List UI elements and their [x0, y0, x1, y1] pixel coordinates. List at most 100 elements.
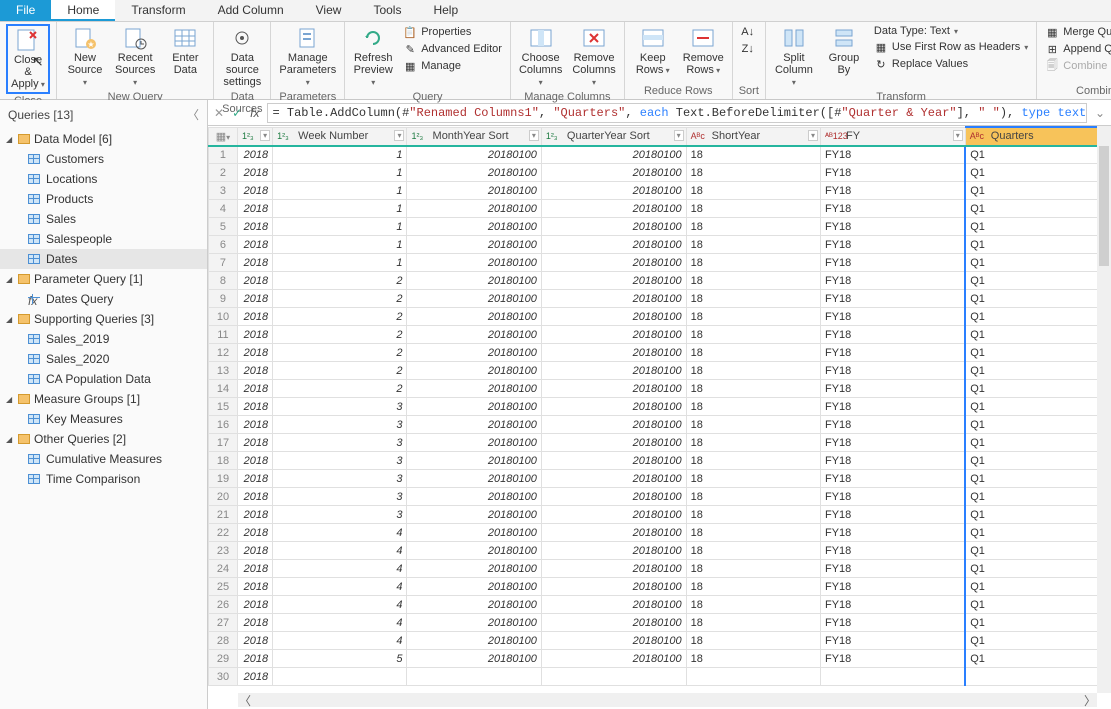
query-item[interactable]: Products: [0, 189, 207, 209]
row-number[interactable]: 7: [209, 254, 238, 272]
cell-sy[interactable]: 18: [686, 578, 820, 596]
cell-fy[interactable]: FY18: [820, 578, 965, 596]
query-item[interactable]: Locations: [0, 169, 207, 189]
cell-q[interactable]: Q1: [965, 578, 1110, 596]
new-source-button[interactable]: ★ NewSource: [63, 24, 107, 90]
collapse-queries-button[interactable]: 〈: [187, 106, 199, 123]
cell-q[interactable]: Q1: [965, 416, 1110, 434]
row-number[interactable]: 30: [209, 668, 238, 686]
cell-sy[interactable]: 18: [686, 434, 820, 452]
cell-my[interactable]: 20180100: [407, 614, 541, 632]
cell-qy[interactable]: 20180100: [541, 182, 686, 200]
cell-fy[interactable]: FY18: [820, 326, 965, 344]
cell-week[interactable]: 3: [273, 506, 407, 524]
column-header-fy[interactable]: ▾ᴬᴮ123 FY: [820, 127, 965, 146]
enter-data-button[interactable]: EnterData: [163, 24, 207, 78]
merge-queries-button[interactable]: ▦Merge Queries▾: [1043, 24, 1111, 40]
cell-my[interactable]: 20180100: [407, 470, 541, 488]
cell-q[interactable]: Q1: [965, 380, 1110, 398]
cell-sy[interactable]: 18: [686, 488, 820, 506]
cell-qy[interactable]: 20180100: [541, 488, 686, 506]
cell-sy[interactable]: 18: [686, 344, 820, 362]
cell-year[interactable]: 2018: [237, 524, 272, 542]
table-row[interactable]: 420181201801002018010018FY18Q1: [209, 200, 1111, 218]
cell-fy[interactable]: FY18: [820, 218, 965, 236]
menu-tools[interactable]: Tools: [357, 0, 417, 21]
cell-my[interactable]: [407, 668, 541, 686]
cell-qy[interactable]: 20180100: [541, 452, 686, 470]
row-number[interactable]: 14: [209, 380, 238, 398]
table-row[interactable]: 1020182201801002018010018FY18Q1: [209, 308, 1111, 326]
combine-files-button[interactable]: 🗐Combine Files: [1043, 58, 1111, 74]
table-row[interactable]: 720181201801002018010018FY18Q1: [209, 254, 1111, 272]
cell-qy[interactable]: 20180100: [541, 416, 686, 434]
cell-my[interactable]: 20180100: [407, 506, 541, 524]
cell-qy[interactable]: 20180100: [541, 146, 686, 164]
query-item[interactable]: Key Measures: [0, 409, 207, 429]
cell-fy[interactable]: FY18: [820, 272, 965, 290]
cell-sy[interactable]: 18: [686, 290, 820, 308]
row-number[interactable]: 8: [209, 272, 238, 290]
cell-sy[interactable]: 18: [686, 254, 820, 272]
row-number[interactable]: 9: [209, 290, 238, 308]
cell-fy[interactable]: FY18: [820, 542, 965, 560]
cell-year[interactable]: 2018: [237, 164, 272, 182]
cell-year[interactable]: 2018: [237, 398, 272, 416]
row-number[interactable]: 20: [209, 488, 238, 506]
cell-week[interactable]: 3: [273, 488, 407, 506]
filter-button[interactable]: ▾: [394, 130, 404, 141]
cell-week[interactable]: 2: [273, 362, 407, 380]
cell-fy[interactable]: FY18: [820, 434, 965, 452]
cell-qy[interactable]: 20180100: [541, 506, 686, 524]
cell-week[interactable]: 4: [273, 578, 407, 596]
cell-my[interactable]: 20180100: [407, 416, 541, 434]
cell-fy[interactable]: FY18: [820, 560, 965, 578]
cell-my[interactable]: 20180100: [407, 182, 541, 200]
cell-year[interactable]: 2018: [237, 182, 272, 200]
cell-fy[interactable]: FY18: [820, 236, 965, 254]
cell-my[interactable]: 20180100: [407, 272, 541, 290]
cell-sy[interactable]: 18: [686, 236, 820, 254]
refresh-preview-button[interactable]: RefreshPreview: [351, 24, 395, 90]
table-row[interactable]: 2720184201801002018010018FY18Q1: [209, 614, 1111, 632]
cell-qy[interactable]: 20180100: [541, 308, 686, 326]
table-row[interactable]: 220181201801002018010018FY18Q1: [209, 164, 1111, 182]
query-item[interactable]: Dates: [0, 249, 207, 269]
cell-year[interactable]: 2018: [237, 308, 272, 326]
cell-q[interactable]: Q1: [965, 470, 1110, 488]
cell-week[interactable]: 4: [273, 632, 407, 650]
keep-rows-button[interactable]: KeepRows: [631, 24, 675, 78]
row-number[interactable]: 21: [209, 506, 238, 524]
row-number[interactable]: 12: [209, 344, 238, 362]
cell-q[interactable]: Q1: [965, 182, 1110, 200]
table-row[interactable]: 2020183201801002018010018FY18Q1: [209, 488, 1111, 506]
cell-qy[interactable]: 20180100: [541, 362, 686, 380]
cell-sy[interactable]: 18: [686, 650, 820, 668]
cell-week[interactable]: 4: [273, 524, 407, 542]
cell-qy[interactable]: 20180100: [541, 470, 686, 488]
cell-my[interactable]: 20180100: [407, 596, 541, 614]
column-header-sy[interactable]: ▾Aᴮc ShortYear: [686, 127, 820, 146]
cell-week[interactable]: 1: [273, 182, 407, 200]
formula-input[interactable]: = Table.AddColumn(#"Renamed Columns1", "…: [267, 103, 1086, 123]
advanced-editor-button[interactable]: ✎Advanced Editor: [401, 41, 504, 57]
data-source-settings-button[interactable]: Data sourcesettings: [220, 24, 264, 90]
cell-week[interactable]: 1: [273, 164, 407, 182]
row-number[interactable]: 24: [209, 560, 238, 578]
cell-week[interactable]: [273, 668, 407, 686]
sort-desc-button[interactable]: Z↓: [739, 41, 757, 57]
query-folder[interactable]: ◢Measure Groups [1]: [0, 389, 207, 409]
cell-year[interactable]: 2018: [237, 614, 272, 632]
cell-year[interactable]: 2018: [237, 632, 272, 650]
row-number[interactable]: 13: [209, 362, 238, 380]
table-row[interactable]: 1320182201801002018010018FY18Q1: [209, 362, 1111, 380]
cell-q[interactable]: Q1: [965, 218, 1110, 236]
cell-my[interactable]: 20180100: [407, 398, 541, 416]
cell-fy[interactable]: FY18: [820, 596, 965, 614]
table-row[interactable]: 1420182201801002018010018FY18Q1: [209, 380, 1111, 398]
replace-values-button[interactable]: ↻Replace Values: [872, 56, 1030, 72]
row-number[interactable]: 25: [209, 578, 238, 596]
cell-qy[interactable]: 20180100: [541, 434, 686, 452]
cell-q[interactable]: Q1: [965, 650, 1110, 668]
cell-fy[interactable]: FY18: [820, 380, 965, 398]
